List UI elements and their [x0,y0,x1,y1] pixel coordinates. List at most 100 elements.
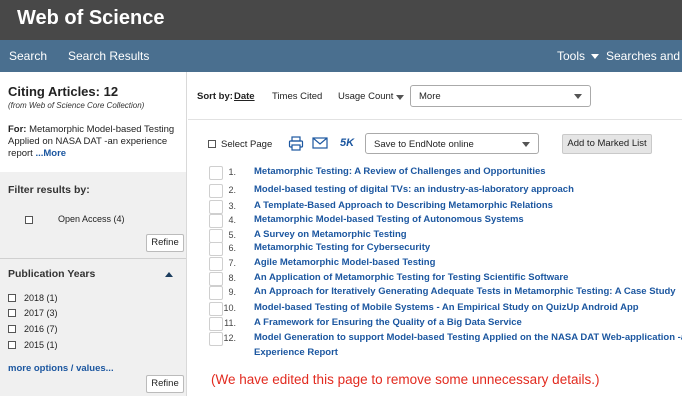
nav-search-results[interactable]: Search Results [68,49,149,63]
result-row: 12. Model Generation to support Model-ba… [188,331,682,346]
for-article-title: Metamorphic Model-based Testing Applied … [8,124,175,159]
result-checkbox[interactable] [209,286,223,300]
collapse-icon[interactable] [165,272,173,277]
save-select[interactable]: Save to EndNote online [365,133,539,154]
result-checkbox[interactable] [209,166,223,180]
divider [0,258,186,259]
publication-years-label: Publication Years [8,268,96,280]
select-page-label: Select Page [221,139,273,150]
result-number: 7. [228,258,236,268]
result-checkbox[interactable] [209,257,223,271]
result-number: 11. [224,318,236,328]
for-label: For: [8,124,27,135]
logo[interactable]: Web of Science [17,7,164,30]
result-checkbox[interactable] [209,184,223,198]
result-row: 10. Model-based Testing of Mobile System… [188,301,682,316]
result-row: 8. An Application of Metamorphic Testing… [188,271,682,286]
email-icon[interactable] [312,137,328,149]
result-checkbox[interactable] [209,302,223,316]
result-number: 3. [228,201,236,211]
nav-search[interactable]: Search [9,49,47,63]
year-label: 2017 (3) [24,308,58,318]
chevron-down-icon [591,54,600,60]
nav-tools-label: Tools [557,49,586,63]
result-title-link[interactable]: A Survey on Metamorphic Testing [254,229,407,240]
sort-by-label: Sort by: [197,91,233,102]
result-title-link[interactable]: Model-based testing of digital TVs: an i… [254,184,574,195]
add-to-marked-list-button[interactable]: Add to Marked List [562,134,652,154]
result-checkbox[interactable] [209,332,223,346]
result-number: 1. [228,167,236,177]
refine-button-filter[interactable]: Refine [146,234,184,252]
result-checkbox[interactable] [209,272,223,286]
year-label: 2015 (1) [24,340,58,350]
result-row: 9. An Approach for Iteratively Generatin… [188,285,682,300]
nav-searches-alerts[interactable]: Searches and ale [606,49,682,63]
result-row: 7. Agile Metamorphic Model-based Testing [188,256,682,271]
result-row: 4. Metamorphic Model-based Testing of Au… [188,213,682,228]
result-row: 11. A Framework for Ensuring the Quality… [188,316,682,331]
sidebar: Citing Articles: 12 (from Web of Science… [0,72,187,396]
result-title-link-continued[interactable]: Experience Report [254,347,338,358]
result-title-link[interactable]: Metamorphic Testing for Cybersecurity [254,242,430,253]
chevron-down-icon [522,142,530,147]
citing-panel: Citing Articles: 12 (from Web of Science… [0,72,186,172]
result-title-link[interactable]: A Framework for Ensuring the Quality of … [254,317,522,328]
result-checkbox[interactable] [209,242,223,256]
filter-label: Filter results by: [8,184,90,196]
result-number: 12. [223,333,236,343]
export-5k-button[interactable]: 5K [340,137,354,149]
chevron-down-icon [574,94,582,99]
result-title-link[interactable]: Agile Metamorphic Model-based Testing [254,257,435,268]
result-number: 10. [223,303,236,313]
for-more-link[interactable]: ...More [35,148,66,159]
result-number: 5. [228,230,236,240]
result-title-link[interactable]: An Approach for Iteratively Generating A… [254,286,676,297]
results-toolbar: Select Page 5K Save to EndNote online Ad… [188,130,682,160]
refine-button-years[interactable]: Refine [146,375,184,393]
top-bar: Web of Science [0,0,682,40]
nav-bar: Search Search Results Tools Searches and… [0,40,682,72]
result-title-link[interactable]: Metamorphic Model-based Testing of Auton… [254,214,524,225]
year-label: 2016 (7) [24,324,58,334]
citing-title: Citing Articles: 12 [8,84,119,99]
open-access-label: Open Access (4) [58,214,125,224]
result-number: 2. [228,185,236,195]
result-checkbox[interactable] [209,214,223,228]
result-number: 4. [228,215,236,225]
result-title-link[interactable]: Model-based Testing of Mobile Systems - … [254,302,639,313]
result-number: 9. [228,287,236,297]
result-number: 6. [228,243,236,253]
result-checkbox[interactable] [209,317,223,331]
print-icon[interactable] [288,136,304,151]
year-checkbox[interactable] [8,325,16,333]
chevron-down-icon[interactable] [396,95,404,100]
result-checkbox[interactable] [209,200,223,214]
more-options-link[interactable]: more options / values... [8,363,114,374]
result-row: 6. Metamorphic Testing for Cybersecurity [188,241,682,256]
result-title-link[interactable]: Model Generation to support Model-based … [254,332,682,343]
select-page-checkbox[interactable] [208,140,216,148]
sort-more-select[interactable]: More [410,85,591,107]
year-checkbox[interactable] [8,341,16,349]
result-row: 3. A Template-Based Approach to Describi… [188,199,682,214]
result-title-link[interactable]: An Application of Metamorphic Testing fo… [254,272,568,283]
sort-times-cited[interactable]: Times Cited [272,91,322,102]
sort-more-value: More [419,91,441,102]
nav-tools[interactable]: Tools [557,49,600,63]
year-checkbox[interactable] [8,309,16,317]
result-row: 1. Metamorphic Testing: A Review of Chal… [188,165,682,180]
result-title-link[interactable]: Metamorphic Testing: A Review of Challen… [254,166,546,177]
year-label: 2018 (1) [24,293,58,303]
year-checkbox[interactable] [8,294,16,302]
edit-notice: (We have edited this page to remove some… [211,372,600,387]
save-select-value: Save to EndNote online [374,139,474,150]
open-access-checkbox[interactable] [25,216,33,224]
for-description: For: Metamorphic Model-based Testing App… [8,124,180,160]
sort-date[interactable]: Date [234,91,255,102]
result-number: 8. [228,273,236,283]
sort-usage-count[interactable]: Usage Count [338,91,393,102]
result-title-link[interactable]: A Template-Based Approach to Describing … [254,200,553,211]
sort-bar: Sort by: Date Times Cited Usage Count Mo… [188,72,682,120]
result-row: 2. Model-based testing of digital TVs: a… [188,183,682,198]
